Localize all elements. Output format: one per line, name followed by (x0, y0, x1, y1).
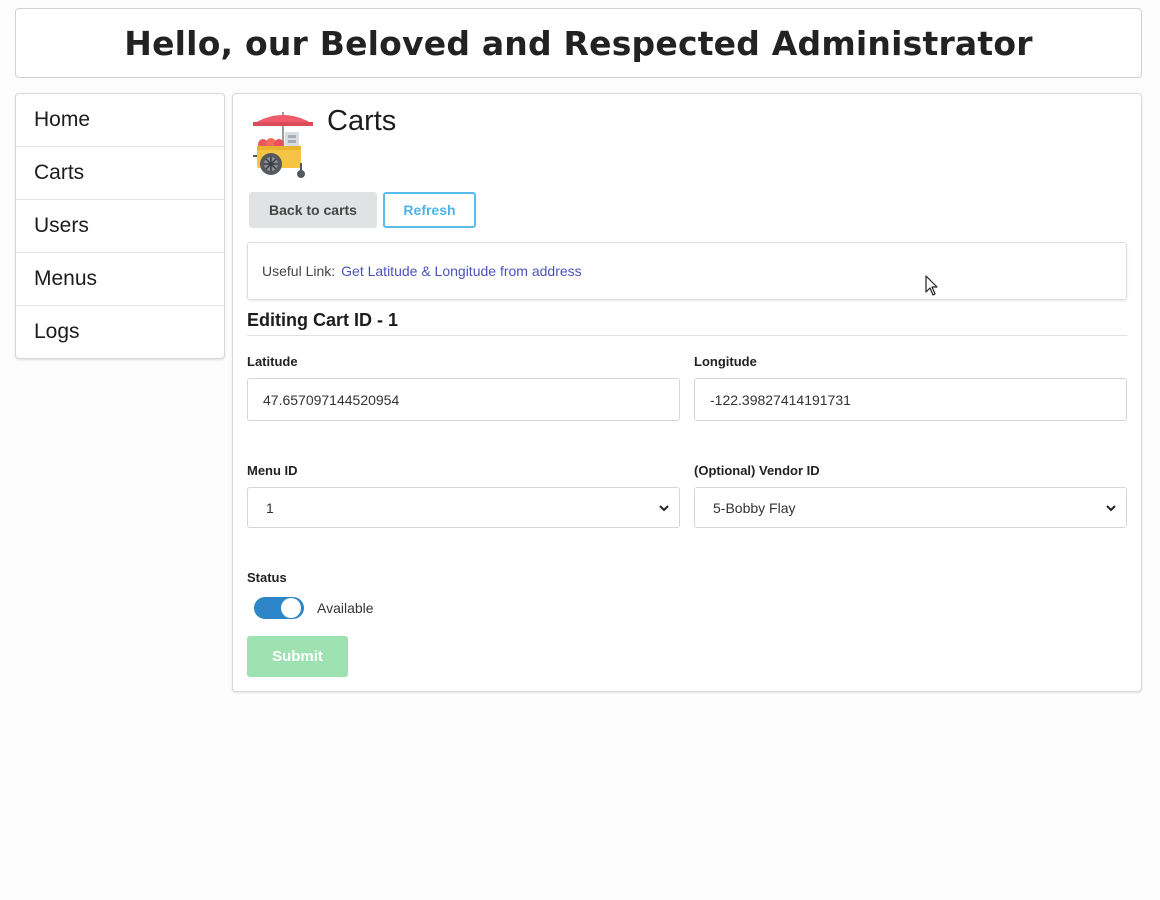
page-title: Carts (327, 105, 397, 137)
menu-id-select[interactable]: 1 (247, 487, 680, 528)
header-title: Hello, our Beloved and Respected Adminis… (124, 23, 1033, 63)
useful-link-box: Useful Link: Get Latitude & Longitude fr… (247, 242, 1127, 300)
submit-button[interactable]: Submit (247, 636, 348, 677)
sidebar-item-menus[interactable]: Menus (16, 253, 224, 306)
status-toggle-label: Available (317, 600, 374, 616)
longitude-input[interactable] (694, 378, 1127, 421)
sidebar-item-users[interactable]: Users (16, 200, 224, 253)
toggle-knob (281, 598, 301, 618)
refresh-button[interactable]: Refresh (383, 192, 476, 228)
mouse-cursor-icon (925, 275, 938, 296)
chevron-down-icon (1106, 505, 1116, 512)
latitude-label: Latitude (247, 354, 298, 369)
vendor-id-selected-value: 5-Bobby Flay (713, 499, 796, 516)
useful-link-label: Useful Link: (262, 263, 336, 279)
food-cart-icon (253, 112, 313, 178)
sidebar-item-home[interactable]: Home (16, 94, 224, 147)
sidebar-item-logs[interactable]: Logs (16, 306, 224, 358)
chevron-down-icon (659, 505, 669, 512)
vendor-id-label: (Optional) Vendor ID (694, 463, 820, 478)
vendor-id-select[interactable]: 5-Bobby Flay (694, 487, 1127, 528)
sidebar-item-carts[interactable]: Carts (16, 147, 224, 200)
status-toggle[interactable] (254, 597, 304, 619)
menu-id-label: Menu ID (247, 463, 298, 478)
sidebar: Home Carts Users Menus Logs (15, 93, 225, 359)
latlng-lookup-link[interactable]: Get Latitude & Longitude from address (341, 263, 581, 279)
longitude-label: Longitude (694, 354, 757, 369)
page-header: Hello, our Beloved and Respected Adminis… (15, 8, 1142, 78)
latitude-input[interactable] (247, 378, 680, 421)
back-to-carts-button[interactable]: Back to carts (249, 192, 377, 228)
edit-form-title: Editing Cart ID - 1 (247, 310, 1127, 336)
status-label: Status (247, 570, 287, 585)
main-panel: Carts Back to carts Refresh Useful Link:… (232, 93, 1142, 692)
menu-id-selected-value: 1 (266, 499, 274, 516)
